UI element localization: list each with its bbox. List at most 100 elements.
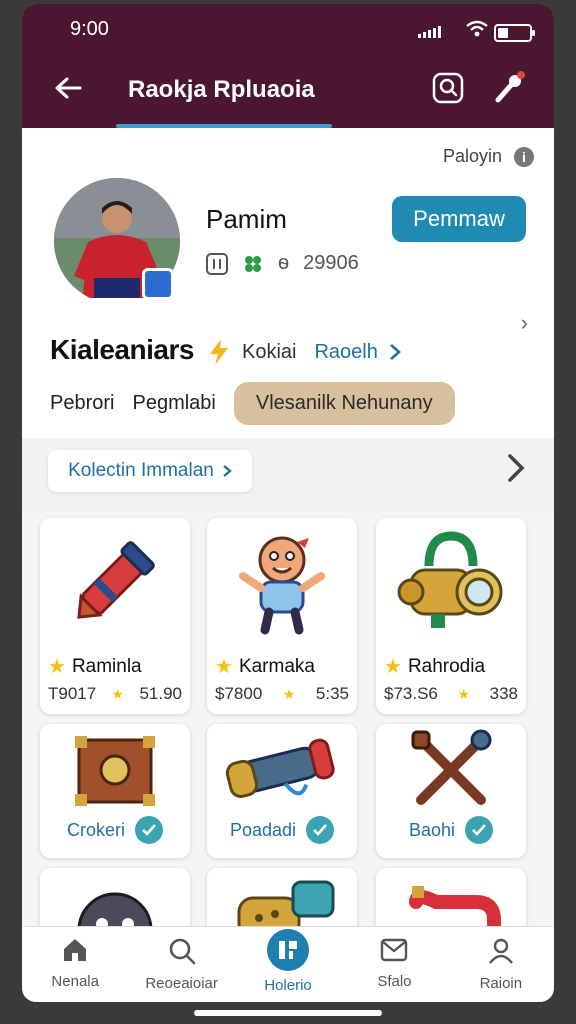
mail-icon <box>381 938 408 962</box>
collection-label: Kolectin Immalan <box>68 460 214 481</box>
item-label-row: Baohi <box>376 816 526 844</box>
info-icon[interactable]: i <box>514 146 534 167</box>
nav-row: Raokja Rpluaoia <box>22 66 554 110</box>
profile-name: Pamim <box>206 204 287 234</box>
item-price-row: T9017 ★ 51.90 <box>48 684 182 704</box>
item-card[interactable]: Baohi <box>376 724 526 858</box>
check-icon[interactable] <box>306 816 335 844</box>
tab-collection[interactable]: Holerio <box>235 927 341 1002</box>
profile-hint-label: Paloyin <box>442 146 502 166</box>
search-icon <box>169 938 195 965</box>
item-label-row: Poadadi <box>207 816 357 844</box>
item-name-label: Raminla <box>71 655 142 677</box>
tab-label: Holerio <box>264 977 312 994</box>
star-icon: ★ <box>457 685 471 702</box>
check-icon[interactable] <box>465 816 494 844</box>
profile-card: Paloyin i Pamim Pemmaw ѳ 29906 <box>22 128 554 306</box>
section-tag: Kokiai <box>242 340 297 363</box>
lantern-item-icon <box>397 531 503 628</box>
collectibles-section: › Kialeaniars Kokiai Raoelh Pebrori Pegm… <box>22 298 554 438</box>
item-label-row: Crokeri <box>40 816 190 844</box>
tab-label: Reoeaioiar <box>145 975 218 992</box>
item-card[interactable]: ★ Rahrodia $73.S6 ★ 338 <box>376 518 526 714</box>
star-icon: ★ <box>215 656 233 678</box>
wifi-icon <box>466 20 488 43</box>
crossed-tools-icon <box>411 729 492 805</box>
item-rating: 51.90 <box>139 684 182 703</box>
item-card[interactable]: Poadadi <box>207 724 357 858</box>
item-price: $7800 <box>215 684 263 703</box>
star-icon: ★ <box>48 656 66 678</box>
star-icon: ★ <box>384 656 402 678</box>
item-art <box>376 518 526 644</box>
back-button[interactable] <box>50 70 86 106</box>
page-title: Raokja Rpluaoia <box>128 76 315 103</box>
tab-search[interactable]: Reoeaioiar <box>128 927 234 1002</box>
filter-item[interactable]: Pegmlabi <box>132 392 215 415</box>
profile-stats: ѳ 29906 <box>206 252 359 275</box>
collection-button[interactable]: Kolectin Immalan <box>48 450 252 492</box>
item-rating: 338 <box>489 684 518 703</box>
item-card[interactable]: ★ Karmaka $7800 ★ 5:35 <box>207 518 357 714</box>
item-price-row: $73.S6 ★ 338 <box>384 684 518 704</box>
item-name: ★ Raminla <box>48 654 142 679</box>
signal-icon <box>418 26 441 38</box>
follow-button[interactable]: Pemmaw <box>392 196 526 242</box>
chevron-right-icon <box>223 465 232 477</box>
rocket-item-icon <box>77 541 155 619</box>
check-icon[interactable] <box>135 816 163 844</box>
user-icon <box>488 938 513 964</box>
item-art <box>207 724 357 816</box>
tab-home[interactable]: Nenala <box>22 927 128 1002</box>
item-name-label: Karmaka <box>238 655 315 677</box>
tab-label: Nenala <box>51 973 99 990</box>
tab-label: Sfalo <box>377 973 412 990</box>
item-art <box>207 518 357 644</box>
tab-label: Raioin <box>479 975 523 992</box>
star-icon: ★ <box>111 685 125 702</box>
collection-icon <box>267 929 310 971</box>
search-icon <box>432 72 464 104</box>
status-bar: 9:00 <box>22 16 554 44</box>
section-more-icon[interactable]: › <box>521 310 528 336</box>
section-extras: Kokiai Raoelh <box>206 338 402 366</box>
tab-profile[interactable]: Raioin <box>448 927 554 1002</box>
status-time: 9:00 <box>70 18 109 40</box>
home-indicator[interactable] <box>194 1010 382 1016</box>
section-title: Kialeaniars <box>50 334 194 365</box>
item-card[interactable]: ★ Raminla T9017 ★ 51.90 <box>40 518 190 714</box>
tab-messages[interactable]: Sfalo <box>341 927 447 1002</box>
battery-icon <box>494 24 535 42</box>
item-label: Poadadi <box>229 819 297 840</box>
filter-item[interactable]: Pebrori <box>50 392 114 415</box>
item-name-label: Rahrodia <box>407 655 486 677</box>
item-name: ★ Rahrodia <box>384 654 485 679</box>
stat-count: 29906 <box>303 252 359 274</box>
chevron-right-icon[interactable] <box>506 452 526 484</box>
collection-bar: Kolectin Immalan <box>22 438 554 512</box>
phone-screen: 9:00 Raokja Rpluaoia Paloyin i Pamim Pem… <box>22 4 554 1002</box>
item-price: T9017 <box>48 684 97 703</box>
star-icon: ★ <box>282 685 296 702</box>
search-button[interactable] <box>428 68 468 108</box>
item-name: ★ Karmaka <box>215 654 315 679</box>
cartoon-character-icon <box>239 536 325 635</box>
flute-item-icon <box>225 738 335 798</box>
microphone-icon <box>495 71 525 103</box>
profile-hint: Paloyin i <box>443 146 534 167</box>
grid-icon <box>206 252 228 275</box>
mic-button[interactable] <box>488 68 528 108</box>
home-icon <box>64 939 87 961</box>
item-art <box>40 724 190 816</box>
back-arrow-icon <box>55 77 82 99</box>
chest-item-icon <box>75 736 155 806</box>
item-rating: 5:35 <box>315 684 349 703</box>
item-label: Crokeri <box>66 819 125 840</box>
section-link[interactable]: Raoelh <box>314 341 377 364</box>
filter-active-pill[interactable]: Vlesanilk Nehunany <box>233 382 455 425</box>
stat-symbol: ѳ <box>278 252 290 274</box>
verified-badge-icon <box>142 268 174 300</box>
item-card[interactable]: Crokeri <box>40 724 190 858</box>
bottom-tab-bar: Nenala Reoeaioiar Holerio Sfalo Raioin <box>22 926 554 1002</box>
clover-icon <box>242 253 264 275</box>
